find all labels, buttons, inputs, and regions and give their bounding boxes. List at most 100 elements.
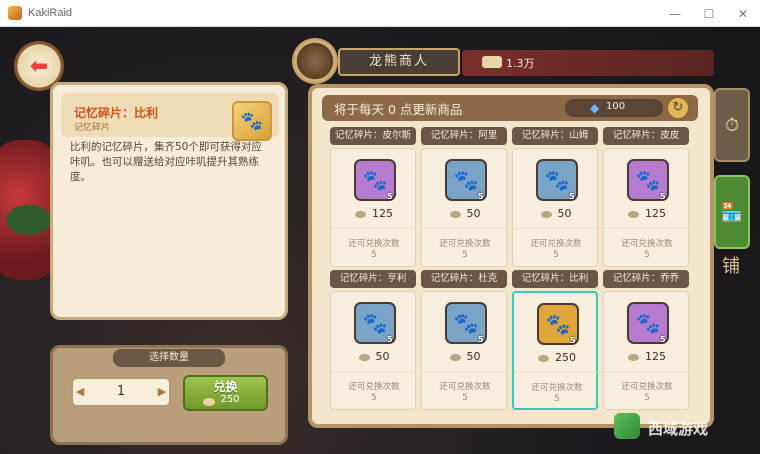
item-price-value: 50 [557,207,572,220]
side-tab-shop[interactable]: 🏪 [714,175,750,249]
item-price: 125 [604,207,690,220]
shop-item-body: 🐾 5 50 还可兑换次数 5 [421,148,508,267]
shop-item-card[interactable]: 记忆碎片：亨利 🐾 5 50 还可兑换次数 5 [330,270,417,412]
gem-amount: 100 [606,101,626,112]
item-count: 5 [569,192,575,201]
exchange-button-label: 兑换 [213,380,238,394]
refresh-button[interactable]: ↻ [666,96,690,120]
item-limit-label: 还可兑换次数 [348,382,400,392]
item-count: 5 [478,192,484,201]
shop-item-body: 🐾 5 125 还可兑换次数 5 [603,148,690,267]
item-limit-label: 还可兑换次数 [439,382,491,392]
coin-icon [355,210,366,218]
item-limit-label: 还可兑换次数 [348,239,400,249]
item-limit-value: 5 [644,393,650,403]
divider [604,371,690,372]
exchange-cost: 250 [220,394,240,405]
shop-item-card[interactable]: 记忆碎片：皮皮 🐾 5 125 还可兑换次数 5 [603,127,690,269]
quantity-value[interactable]: 1 [90,382,152,402]
character-icon: 🐾 [544,168,570,192]
item-price: 125 [604,350,690,363]
quantity-decrease-button[interactable]: ◀ [73,384,87,400]
shop-item-card[interactable]: 记忆碎片：比利 🐾 5 250 还可兑换次数 5 [512,270,600,412]
quantity-label: 选择数量 [113,349,225,367]
item-price-value: 250 [555,351,576,364]
coin-icon [482,56,502,68]
item-price: 125 [331,207,417,220]
item-price-value: 125 [645,207,666,220]
background-decoration-leaf [6,205,51,235]
coin-icon [449,210,461,218]
shop-item-name: 记忆碎片：乔乔 [603,270,689,288]
shop-refresh-notice: 将于每天 0 点更新商品 [334,102,463,117]
watermark-text: 西域游戏 [648,420,709,438]
coin-icon [628,210,639,218]
character-icon: 🐾 [362,311,388,335]
coin-icon [540,210,552,218]
close-button[interactable]: ✕ [726,0,760,27]
shop-item-name: 记忆碎片：比利 [512,270,598,288]
item-price: 50 [513,207,599,220]
character-icon: 🐾 [545,312,571,336]
shop-icon: 🏪 [720,201,744,223]
item-detail-title: 记忆碎片：比利 [74,106,159,120]
shop-item-card[interactable]: 记忆碎片：山姆 🐾 5 50 还可兑换次数 5 [512,127,599,269]
coin-icon [538,354,549,362]
shop-item-body: 🐾 5 125 还可兑换次数 5 [330,148,417,267]
character-icon: 🐾 [453,311,479,335]
quantity-increase-button[interactable]: ▶ [155,384,169,400]
shop-item-card[interactable]: 记忆碎片：乔乔 🐾 5 125 还可兑换次数 5 [603,270,690,412]
item-limit-value: 5 [644,250,650,260]
shop-item-body: 🐾 5 250 还可兑换次数 5 [512,291,600,410]
item-price-value: 50 [375,350,390,363]
item-limit-label: 还可兑换次数 [621,239,673,249]
character-icon: 🐾 [453,168,479,192]
minimize-button[interactable]: — [658,0,692,27]
coin-icon [449,353,461,361]
item-count: 5 [387,335,393,344]
item-count: 5 [660,192,666,201]
currency-amount: 1.3万 [506,57,535,70]
item-price: 50 [422,207,508,220]
item-detail-description: 比利的记忆碎片，集齐50个即可获得对应咔叽。也可以赠送给对应咔叽提升其熟练度。 [70,141,262,183]
item-price-value: 50 [466,350,481,363]
item-limit-label: 还可兑换次数 [531,383,583,393]
shop-item-card[interactable]: 记忆碎片：阿里 🐾 5 50 还可兑换次数 5 [421,127,508,269]
watermark-logo [614,413,640,439]
merchant-emblem [292,38,338,84]
shop-item-card[interactable]: 记忆碎片：杜克 🐾 5 50 还可兑换次数 5 [421,270,508,412]
item-limit-label: 还可兑换次数 [439,239,491,249]
clock-icon: ⏱ [724,114,740,136]
item-limit-value: 5 [462,250,468,260]
window-title: KakiRaid [28,7,73,19]
shop-item-name: 记忆碎片：皮皮 [603,127,689,145]
divider [604,228,690,229]
item-count: 5 [570,336,576,345]
coin-icon [358,353,370,361]
shop-item-name: 记忆碎片：杜克 [421,270,507,288]
item-price: 50 [331,350,417,363]
divider [422,228,508,229]
item-count: 5 [478,335,484,344]
divider [514,372,600,373]
shop-item-name: 记忆碎片：皮尔斯 [330,127,416,145]
item-limit-value: 5 [371,250,377,260]
side-tab-clock[interactable]: ⏱ [714,88,750,162]
character-icon: 🐾 [635,311,661,335]
shop-item-card[interactable]: 记忆碎片：皮尔斯 🐾 5 125 还可兑换次数 5 [330,127,417,269]
divider [331,371,417,372]
item-detail-thumbnail: 🐾 [232,101,272,141]
item-price: 250 [514,351,600,364]
divider [422,371,508,372]
character-icon: 🐾 [635,168,661,192]
window-titlebar: KakiRaid — ☐ ✕ [0,0,760,27]
shop-item-name: 记忆碎片：阿里 [421,127,507,145]
coin-icon [628,353,639,361]
shop-item-body: 🐾 5 125 还可兑换次数 5 [603,291,690,410]
item-limit-value: 5 [462,393,468,403]
item-limit-value: 5 [371,393,377,403]
maximize-button[interactable]: ☐ [692,0,726,27]
item-count: 5 [660,335,666,344]
item-detail-subtitle: 记忆碎片 [74,123,111,133]
shop-item-name: 记忆碎片：山姆 [512,127,598,145]
